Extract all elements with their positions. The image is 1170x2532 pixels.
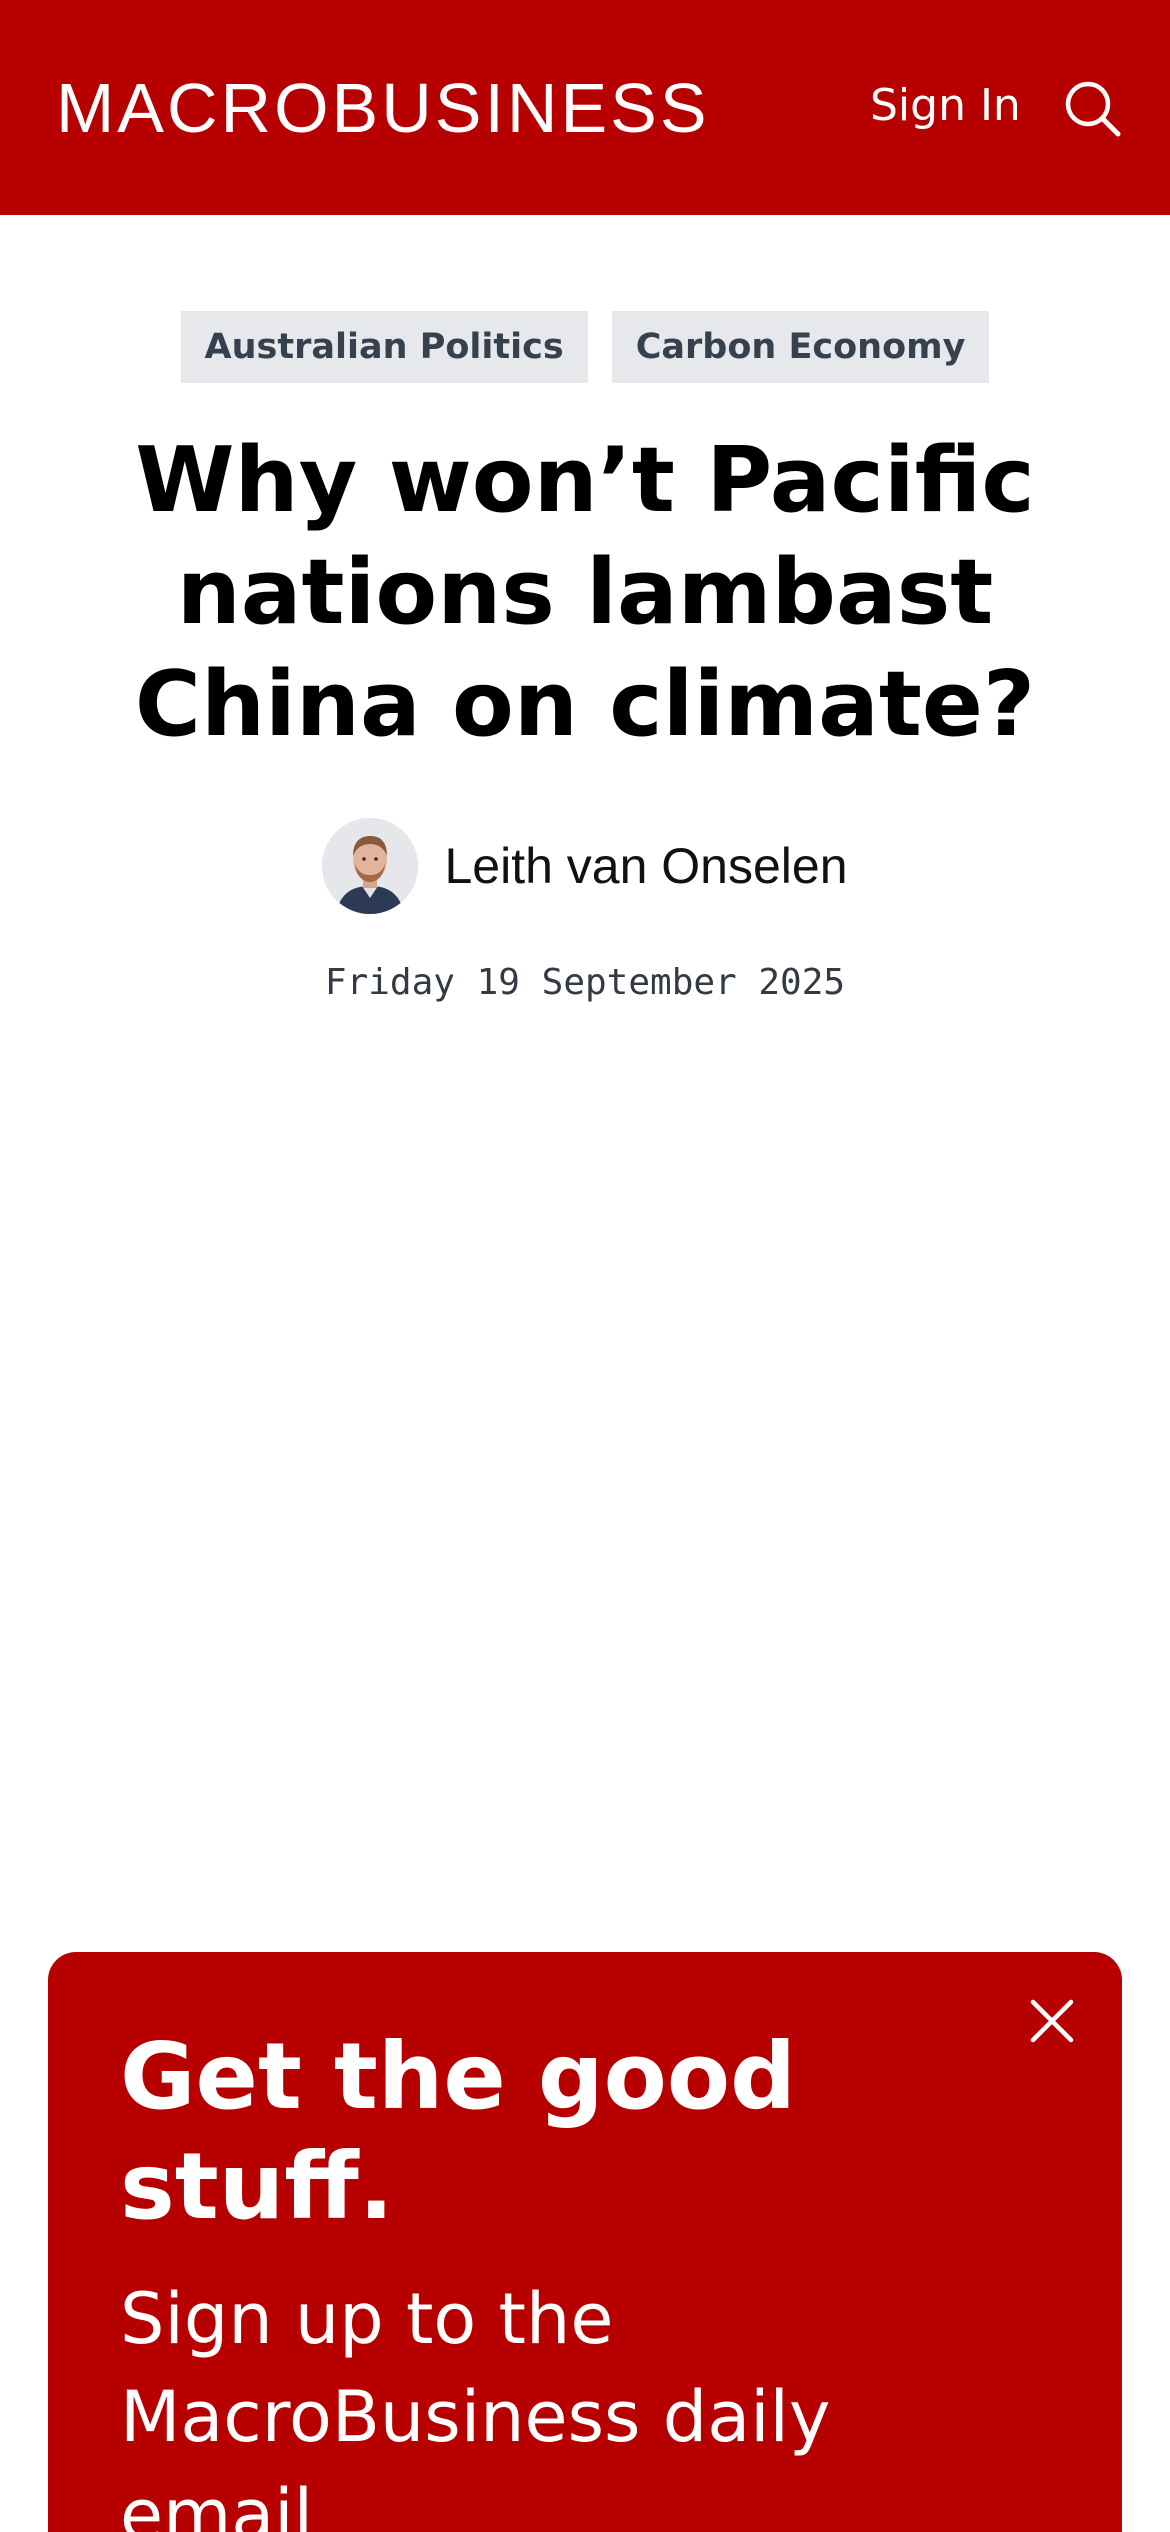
tag-australian-politics[interactable]: Australian Politics: [180, 311, 588, 383]
article-title: Why won’t Pacific nations lambast China …: [134, 428, 1036, 757]
search-icon: [1065, 81, 1121, 137]
popup-close-button[interactable]: [1025, 1994, 1079, 2048]
popup-title: Get the good stuff.: [120, 2023, 796, 2240]
tag-carbon-economy[interactable]: Carbon Economy: [611, 311, 990, 383]
publish-date: Friday 19 September 2025: [324, 962, 846, 1003]
author-byline: Leith van Onselen: [0, 818, 1170, 914]
close-icon: [1030, 1999, 1074, 2043]
site-header: MACROBUSINESS Sign In: [0, 0, 1170, 215]
sign-in-link[interactable]: Sign In: [870, 78, 1021, 134]
author-avatar[interactable]: [322, 818, 419, 914]
search-button[interactable]: [1060, 76, 1124, 140]
article-tags: Australian Politics Carbon Economy: [0, 311, 1170, 383]
site-logo[interactable]: MACROBUSINESS: [56, 68, 710, 148]
signup-popup: Get the good stuff. Sign up to the Macro…: [48, 1952, 1122, 2532]
popup-subtitle: Sign up to the MacroBusiness daily email: [120, 2278, 831, 2532]
author-name[interactable]: Leith van Onselen: [444, 837, 847, 895]
